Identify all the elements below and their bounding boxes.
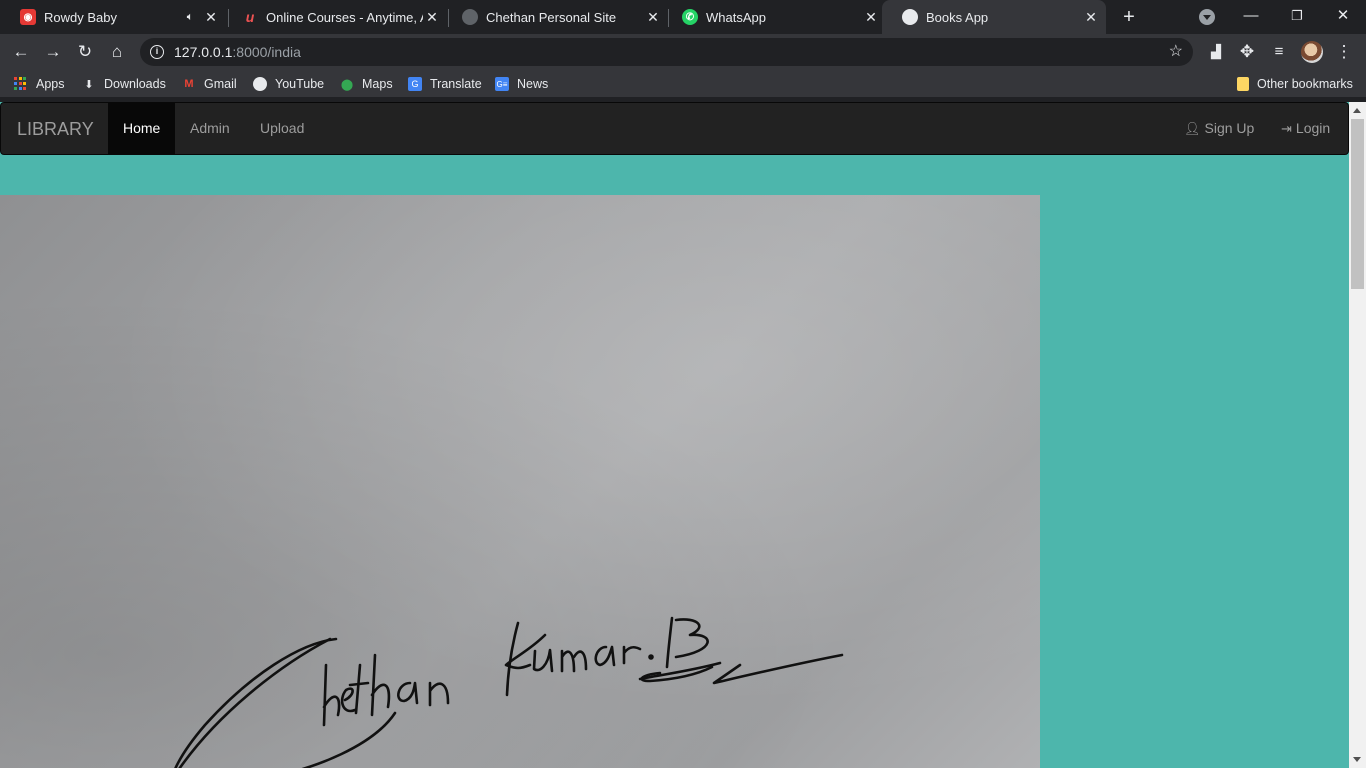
reload-icon[interactable]: ↻ (72, 39, 98, 65)
tab-whatsapp[interactable]: ✆ WhatsApp ✕ (662, 0, 886, 34)
performance-icon[interactable]: ▟ (1203, 39, 1229, 65)
url-host: 127.0.0.1 (174, 44, 233, 60)
tab-title: Chethan Personal Site (486, 9, 617, 25)
youtube-music-icon: ◉ (20, 9, 36, 25)
bookmark-label: Gmail (204, 77, 237, 91)
scroll-down-icon[interactable] (1353, 757, 1361, 762)
globe-icon (253, 77, 267, 91)
bookmark-label: Downloads (104, 77, 166, 91)
nav-home[interactable]: Home (108, 103, 176, 154)
brand-logo[interactable]: LIBRARY (17, 119, 94, 140)
udemy-icon: u (245, 9, 255, 25)
tab-title: Online Courses - Anytime, Anywhere (266, 9, 423, 25)
restore-icon[interactable]: ❐ (1285, 5, 1309, 27)
browser-tab-strip: ◉ Rowdy Baby 🔈︎ ✕ u Online Courses - Any… (0, 0, 1366, 34)
maps-pin-icon: ⬤ (340, 78, 354, 91)
bookmark-label: YouTube (275, 77, 325, 91)
other-bookmarks[interactable]: Other bookmarks (1237, 75, 1353, 93)
bookmark-label: Other bookmarks (1257, 77, 1353, 91)
back-icon[interactable]: ← (8, 39, 34, 65)
scrollbar-thumb[interactable] (1351, 119, 1364, 289)
bookmark-translate[interactable]: G Translate (408, 75, 482, 93)
tab-title: WhatsApp (706, 9, 766, 25)
site-info-icon[interactable]: i (150, 45, 164, 59)
url-path: :8000/india (232, 44, 301, 60)
tab-books-app[interactable]: Books App ✕ (882, 0, 1106, 34)
tab-chethan-personal-site[interactable]: Chethan Personal Site ✕ (442, 0, 668, 34)
nav-upload[interactable]: Upload (245, 103, 319, 154)
user-icon: 👤︎ (1184, 121, 1201, 136)
bookmark-label: Translate (430, 77, 482, 91)
bookmark-maps[interactable]: ⬤ Maps (340, 75, 393, 93)
bookmark-downloads[interactable]: ⬇ Downloads (82, 75, 166, 93)
new-tab-button[interactable]: + (1119, 6, 1139, 28)
login-link[interactable]: ⇥ Login (1281, 103, 1330, 154)
whatsapp-icon: ✆ (682, 9, 698, 25)
browser-toolbar: ← → ↻ ⌂ i 127.0.0.1:8000/india ☆ ▟ ✥ ≡ ⋮ (0, 34, 1366, 70)
home-icon[interactable]: ⌂ (104, 39, 130, 65)
scroll-up-icon[interactable] (1353, 108, 1361, 113)
nav-admin[interactable]: Admin (175, 103, 245, 154)
download-icon: ⬇ (84, 78, 94, 91)
media-control-icon[interactable]: ≡ (1266, 39, 1292, 65)
bookmark-apps[interactable]: Apps (14, 75, 65, 93)
close-tab-icon[interactable]: ✕ (202, 8, 220, 26)
address-bar[interactable]: i 127.0.0.1:8000/india ☆ (140, 38, 1193, 66)
speaker-icon[interactable]: 🔈︎ (182, 9, 198, 25)
uploaded-signature-image (0, 195, 1040, 768)
signature-drawing (174, 616, 844, 768)
news-icon: G≡ (495, 77, 509, 91)
bookmark-youtube[interactable]: YouTube (253, 75, 324, 93)
bookmark-news[interactable]: G≡ News (495, 75, 548, 93)
globe-icon (902, 9, 918, 25)
bookmarks-bar: Apps ⬇ Downloads M Gmail YouTube ⬤ Maps … (0, 70, 1366, 98)
close-tab-icon[interactable]: ✕ (644, 8, 662, 26)
site-navbar: LIBRARY Home Admin Upload 👤︎ Sign Up ⇥ L… (0, 102, 1349, 155)
close-tab-icon[interactable]: ✕ (862, 8, 880, 26)
tab-rowdy-baby[interactable]: ◉ Rowdy Baby 🔈︎ ✕ (0, 0, 226, 34)
tab-online-courses[interactable]: u Online Courses - Anytime, Anywhere ✕ (222, 0, 447, 34)
bookmark-star-icon[interactable]: ☆ (1169, 41, 1183, 61)
sign-up-link[interactable]: 👤︎ Sign Up (1184, 103, 1254, 154)
sign-up-label: Sign Up (1204, 120, 1255, 136)
page-content: LIBRARY Home Admin Upload 👤︎ Sign Up ⇥ L… (0, 102, 1349, 768)
close-tab-icon[interactable]: ✕ (423, 8, 441, 26)
extensions-icon[interactable]: ✥ (1234, 39, 1260, 65)
login-icon: ⇥ (1281, 121, 1292, 136)
gmail-icon: M (184, 78, 194, 90)
tab-title: Rowdy Baby (44, 9, 117, 25)
tab-title: Books App (926, 9, 989, 25)
folder-icon (1237, 77, 1249, 91)
page-scrollbar[interactable] (1349, 102, 1366, 768)
minimize-icon[interactable]: — (1239, 5, 1263, 27)
bookmark-label: News (517, 77, 549, 91)
bookmark-gmail[interactable]: M Gmail (182, 75, 237, 93)
forward-icon[interactable]: → (40, 39, 66, 65)
tab-search-icon[interactable] (1199, 9, 1215, 25)
menu-kebab-icon[interactable]: ⋮ (1331, 39, 1357, 65)
bookmark-label: Maps (362, 77, 393, 91)
avatar[interactable] (1301, 41, 1323, 63)
close-tab-icon[interactable]: ✕ (1082, 8, 1100, 26)
close-window-icon[interactable]: ✕ (1331, 5, 1355, 27)
translate-icon: G (408, 77, 422, 91)
bookmark-label: Apps (36, 77, 65, 91)
apps-grid-icon (14, 77, 28, 91)
login-label: Login (1295, 120, 1331, 136)
url-text: 127.0.0.1:8000/india (174, 44, 301, 60)
globe-icon (462, 9, 478, 25)
